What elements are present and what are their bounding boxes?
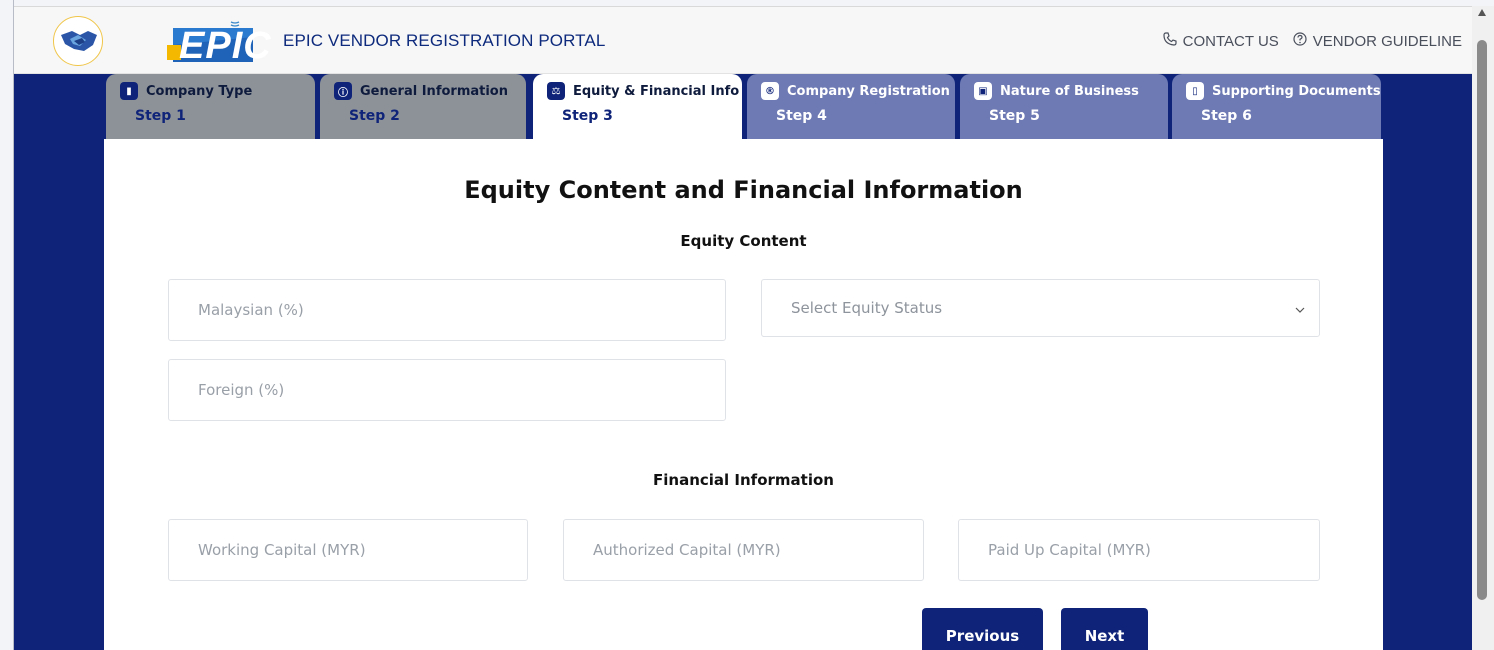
help-circle-icon [1293, 32, 1307, 50]
equity-content-heading: Equity Content [680, 232, 807, 250]
building-icon: ▮ [120, 82, 138, 100]
tab-supporting-documents[interactable]: ▯ Supporting Documents Step 6 [1172, 74, 1381, 140]
chevron-down-icon [1295, 299, 1305, 317]
phone-icon [1163, 32, 1177, 50]
tab-general-information[interactable]: ⓘ General Information Step 2 [320, 74, 526, 140]
tab-label: Company Registration [787, 83, 950, 99]
tab-label: Supporting Documents [1212, 83, 1381, 99]
tab-company-registration[interactable]: ® Company Registration Step 4 [747, 74, 955, 140]
tab-nature-of-business[interactable]: ▣ Nature of Business Step 5 [960, 74, 1168, 140]
tab-step-number: Step 1 [135, 108, 186, 124]
tab-company-type[interactable]: ▮ Company Type Step 1 [106, 74, 315, 140]
tab-label: Equity & Financial Info [573, 83, 740, 99]
tab-step-number: Step 2 [349, 108, 400, 124]
tab-label: Company Type [146, 83, 253, 99]
epic-logo: EPIC [159, 21, 271, 67]
info-icon: ⓘ [334, 82, 352, 100]
tab-step-number: Step 5 [989, 108, 1040, 124]
authorized-capital-input[interactable] [564, 520, 923, 580]
vertical-scrollbar[interactable] [1472, 6, 1494, 650]
page-title: Equity Content and Financial Information [464, 176, 1023, 204]
foreign-percent-field[interactable] [168, 359, 726, 421]
vendor-guideline-link[interactable]: VENDOR GUIDELINE [1293, 32, 1462, 50]
header-links: CONTACT US VENDOR GUIDELINE [1163, 32, 1462, 50]
malaysian-percent-field[interactable] [168, 279, 726, 341]
vendor-guideline-label: VENDOR GUIDELINE [1312, 32, 1462, 50]
malaysian-percent-input[interactable] [169, 280, 725, 340]
foreign-percent-input[interactable] [169, 360, 725, 420]
working-capital-input[interactable] [169, 520, 527, 580]
portal-title: EPIC VENDOR REGISTRATION PORTAL [283, 31, 606, 50]
tab-step-number: Step 4 [776, 108, 827, 124]
epic-logo-text: EPIC [179, 25, 272, 67]
working-capital-field[interactable] [168, 519, 528, 581]
handshake-logo-icon [53, 16, 103, 66]
paid-up-capital-input[interactable] [959, 520, 1319, 580]
document-icon: ▯ [1186, 82, 1204, 100]
previous-button[interactable]: Previous [922, 608, 1043, 650]
browser-frame: EPIC EPIC VENDOR REGISTRATION PORTAL CON… [0, 0, 1494, 650]
equity-status-value: Select Equity Status [791, 299, 943, 317]
contact-us-link[interactable]: CONTACT US [1163, 32, 1279, 50]
financial-information-heading: Financial Information [653, 471, 834, 489]
scale-icon: ⚖ [547, 82, 565, 100]
next-button[interactable]: Next [1061, 608, 1148, 650]
briefcase-icon: ▣ [974, 82, 992, 100]
tab-step-number: Step 6 [1201, 108, 1252, 124]
scroll-up-arrow-icon[interactable] [1478, 9, 1486, 16]
top-header: EPIC EPIC VENDOR REGISTRATION PORTAL CON… [14, 6, 1472, 74]
equity-status-dropdown[interactable]: Select Equity Status [762, 280, 1319, 336]
tab-label: Nature of Business [1000, 83, 1139, 99]
registered-icon: ® [761, 82, 779, 100]
paid-up-capital-field[interactable] [958, 519, 1320, 581]
tab-equity-financial-info[interactable]: ⚖ Equity & Financial Info Step 3 [533, 74, 742, 140]
authorized-capital-field[interactable] [563, 519, 924, 581]
tab-label: General Information [360, 83, 508, 99]
scrollbar-thumb[interactable] [1477, 40, 1487, 600]
equity-status-select[interactable]: Select Equity Status [761, 279, 1320, 337]
contact-us-label: CONTACT US [1182, 32, 1279, 50]
tab-step-number: Step 3 [562, 108, 613, 124]
